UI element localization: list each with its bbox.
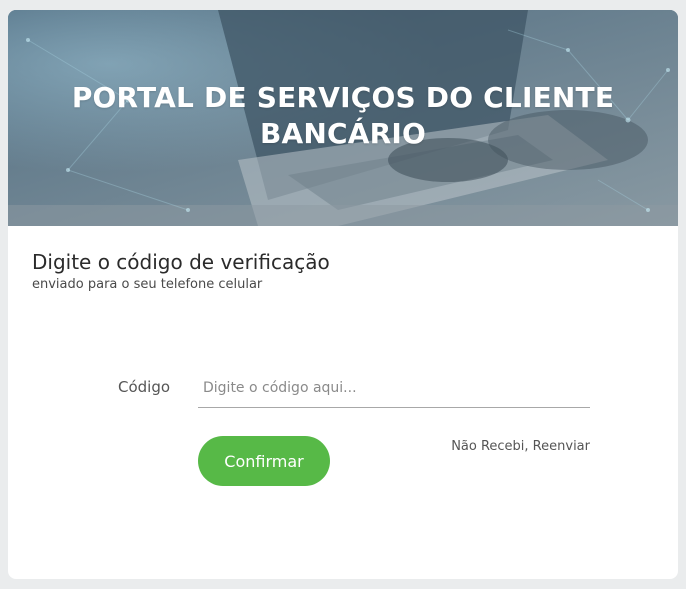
code-label: Código xyxy=(118,378,171,396)
verification-code-input[interactable] xyxy=(198,368,590,408)
verification-subheading: enviado para o seu telefone celular xyxy=(32,277,263,292)
page-title-line2: BANCÁRIO xyxy=(259,117,427,150)
header-banner: PORTAL DE SERVIÇOS DO CLIENTE BANCÁRIO xyxy=(8,10,678,226)
confirm-button[interactable]: Confirmar xyxy=(198,436,330,486)
login-card: PORTAL DE SERVIÇOS DO CLIENTE BANCÁRIO D… xyxy=(8,10,678,579)
page-title: PORTAL DE SERVIÇOS DO CLIENTE BANCÁRIO xyxy=(8,80,678,152)
verification-heading: Digite o código de verificação xyxy=(32,250,330,274)
page-title-line1: PORTAL DE SERVIÇOS DO CLIENTE xyxy=(71,81,615,114)
resend-code-link[interactable]: Não Recebi, Reenviar xyxy=(451,438,590,456)
